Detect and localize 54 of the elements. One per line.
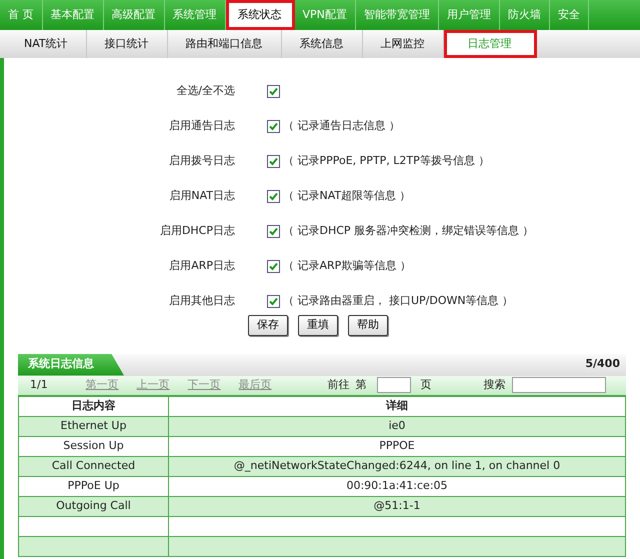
- goto-label: 前往: [328, 376, 350, 393]
- checkbox[interactable]: [267, 190, 280, 203]
- pager-link[interactable]: 下一页: [188, 376, 221, 394]
- search-field[interactable]: [512, 377, 606, 393]
- table-cell: @_netiNetworkStateChanged:6244, on line 1, on channel 0: [168, 456, 626, 476]
- panel-title: 系统日志信息: [18, 354, 124, 376]
- pager-link[interactable]: 上一页: [136, 376, 170, 394]
- table-cell: Call Connected: [18, 456, 168, 476]
- sub-nav-tab[interactable]: 系统信息: [282, 30, 363, 58]
- checkbox[interactable]: [267, 295, 280, 308]
- checkbox[interactable]: [267, 120, 280, 133]
- checkbox[interactable]: [267, 155, 280, 168]
- option-description: （ 记录PPPoE, PPTP, L2TP等拨号信息 ）: [283, 153, 490, 170]
- option-description: （ 记录NAT超限等信息 ）: [283, 188, 411, 204]
- option-label: 启用DHCP日志: [158, 223, 236, 240]
- option-label: 启用拨号日志: [168, 153, 236, 170]
- column-header: 日志内容: [18, 396, 168, 416]
- table-cell: ie0: [168, 416, 626, 436]
- checkbox[interactable]: [267, 225, 280, 238]
- form-button[interactable]: 重填: [298, 315, 338, 336]
- option-description: （ 记录ARP欺骗等信息 ）: [283, 258, 411, 274]
- option-label: 启用其他日志: [168, 293, 236, 310]
- nav-tab[interactable]: 系统状态: [226, 0, 294, 30]
- option-description: （ 记录通告日志信息 ）: [283, 118, 400, 134]
- page-suffix: 页: [420, 376, 432, 393]
- form-button[interactable]: 帮助: [348, 315, 388, 336]
- option-label: 启用ARP日志: [168, 258, 236, 274]
- option-description: （ 记录DHCP 服务器冲突检测，绑定错误等信息 ）: [283, 223, 534, 240]
- sub-nav-tab[interactable]: 路由和端口信息: [168, 30, 282, 58]
- page-indicator: 1/1: [30, 376, 48, 393]
- page-input[interactable]: [376, 377, 411, 393]
- table-cell: PPPoE Up: [18, 476, 168, 496]
- sub-nav-tab[interactable]: 日志管理: [444, 30, 537, 58]
- search-label: 搜索: [484, 376, 506, 393]
- log-count: 5/400: [585, 356, 621, 372]
- checkbox[interactable]: [267, 85, 280, 98]
- pager-link[interactable]: 第一页: [86, 376, 119, 394]
- pager-link[interactable]: 最后页: [238, 376, 272, 394]
- sub-nav-tab[interactable]: 接口统计: [86, 30, 168, 58]
- table-cell: @51:1-1: [168, 496, 626, 516]
- option-description: （ 记录路由器重启， 接口UP/DOWN等信息 ）: [283, 293, 514, 310]
- table-cell: Ethernet Up: [18, 416, 168, 436]
- table-cell: Session Up: [18, 436, 168, 456]
- checkbox[interactable]: [267, 260, 280, 273]
- table-cell: Outgoing Call: [18, 496, 168, 516]
- page-prefix: 第: [356, 376, 367, 393]
- table-cell: 00:90:1a:41:ce:05: [168, 476, 626, 496]
- column-header: 详细: [168, 396, 626, 416]
- form-button[interactable]: 保存: [248, 315, 288, 336]
- option-label: 启用NAT日志: [168, 188, 236, 204]
- option-label: 启用通告日志: [168, 118, 236, 134]
- sub-nav-tab[interactable]: NAT统计: [6, 30, 87, 58]
- option-label: 全选/全不选: [175, 83, 236, 100]
- table-cell: PPPOE: [168, 436, 626, 456]
